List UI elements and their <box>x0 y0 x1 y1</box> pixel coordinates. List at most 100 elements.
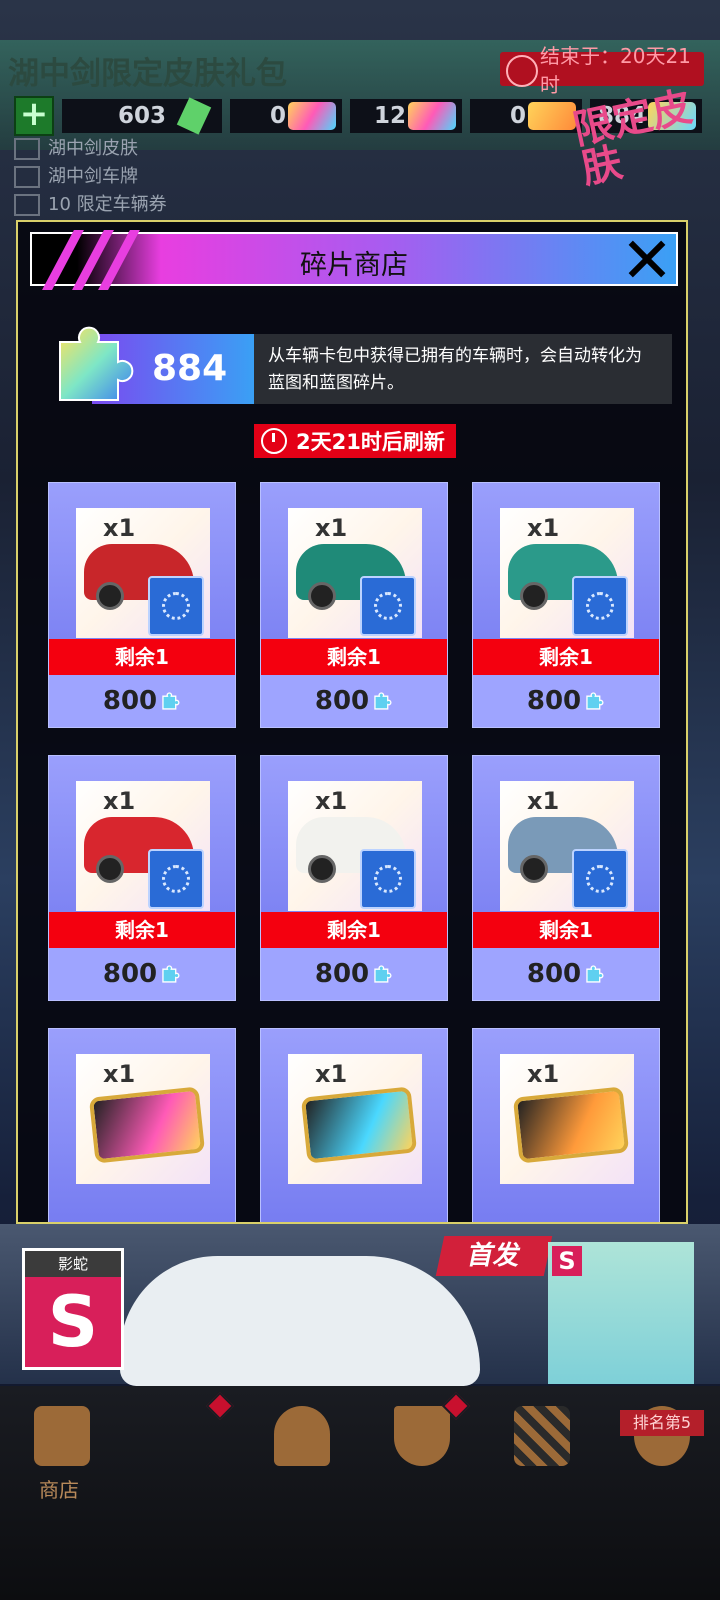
item-remaining: 剩余1 <box>473 639 659 675</box>
item-quantity: x1 <box>527 1060 560 1088</box>
hero-car-image <box>120 1256 480 1386</box>
refresh-timer: 2天21时后刷新 <box>254 424 456 458</box>
piece-description: 从车辆卡包中获得已拥有的车辆时，会自动转化为蓝图和蓝图碎片。 <box>254 334 672 404</box>
bg-list-text: 10 限定车辆券 <box>48 194 167 215</box>
item-thumbnail: x1 <box>288 781 422 911</box>
modal-header: 碎片商店 <box>30 230 678 290</box>
item-thumbnail: x1 <box>76 1054 210 1184</box>
notification-dot <box>205 1391 235 1421</box>
ticket-icon <box>88 1086 206 1164</box>
side-car-card[interactable]: S <box>548 1242 694 1384</box>
ticket-icon <box>528 102 576 130</box>
item-price[interactable]: 800 <box>49 948 235 1000</box>
refresh-text: 2天21时后刷新 <box>296 430 445 454</box>
item-quantity: x1 <box>527 514 560 542</box>
item-price[interactable]: 800 <box>473 675 659 727</box>
modal-title: 碎片商店 <box>300 250 408 281</box>
bg-list-item: 湖中剑皮肤 <box>14 134 138 160</box>
fragment-shop-modal: 碎片商店 884 从车辆卡包中获得已拥有的车辆时，会自动转化为蓝图和蓝图碎片。 … <box>16 220 688 1224</box>
add-currency-button[interactable]: + <box>14 96 54 136</box>
nav-shop[interactable]: 商店 <box>0 1386 235 1526</box>
currency-value: 0 <box>509 103 526 129</box>
puzzle-piece-icon <box>374 692 392 710</box>
price-value: 800 <box>314 686 370 716</box>
car-class-badge: 影蛇 S <box>22 1248 124 1370</box>
blueprint-icon <box>572 576 628 636</box>
nav-garage[interactable] <box>240 1386 358 1526</box>
item-remaining: 剩余1 <box>49 912 235 948</box>
ticket-icon <box>408 102 456 130</box>
puzzle-piece-icon <box>59 326 134 401</box>
race-flags-icon <box>514 1406 570 1466</box>
bg-pack-title: 湖中剑限定皮肤礼包 <box>8 56 287 92</box>
shop-item-card[interactable]: x1 剩余1 800 <box>48 482 236 728</box>
shop-icon <box>34 1406 90 1466</box>
item-thumbnail: x1 <box>76 781 210 911</box>
nav-trophy[interactable] <box>360 1386 478 1526</box>
shop-item-card[interactable]: x1 剩余1 800 <box>472 755 660 1001</box>
bg-list-item: 10 限定车辆券 <box>14 190 167 216</box>
item-remaining: 剩余1 <box>49 639 235 675</box>
garage-icon <box>274 1406 330 1466</box>
item-thumbnail: x1 <box>500 1054 634 1184</box>
shop-item-card[interactable]: x1 剩余1 800 <box>260 755 448 1001</box>
clock-icon <box>261 428 287 454</box>
currency-ticket-a[interactable]: 0 <box>230 99 342 133</box>
pen-icon <box>14 166 40 188</box>
close-icon[interactable] <box>626 238 668 280</box>
trophy-icon <box>394 1406 450 1466</box>
item-price[interactable]: 800 <box>473 948 659 1000</box>
price-value: 800 <box>314 959 370 989</box>
bg-timer: 结束于：20天21时 <box>500 44 704 97</box>
piece-count: 884 <box>152 348 228 389</box>
ticket-icon <box>300 1086 418 1164</box>
gem-icon <box>176 97 212 135</box>
shop-item-card[interactable]: x1 <box>472 1028 660 1222</box>
currency-ticket-b[interactable]: 12 <box>350 99 462 133</box>
shop-item-card[interactable]: x1 剩余1 800 <box>260 482 448 728</box>
item-remaining: 剩余1 <box>261 639 447 675</box>
item-price[interactable]: 800 <box>261 675 447 727</box>
price-value: 800 <box>526 959 582 989</box>
item-quantity: x1 <box>315 787 348 815</box>
puzzle-piece-icon <box>586 692 604 710</box>
currency-ticket-c[interactable]: 0 <box>470 99 582 133</box>
currency-gems[interactable]: 603 <box>62 97 222 135</box>
ticket-icon <box>288 102 336 130</box>
shop-item-card[interactable]: x1 剩余1 800 <box>48 755 236 1001</box>
clock-icon <box>506 55 538 87</box>
item-thumbnail: x1 <box>76 508 210 638</box>
piece-balance-bar: 884 从车辆卡包中获得已拥有的车辆时，会自动转化为蓝图和蓝图碎片。 <box>42 326 672 404</box>
shop-item-card[interactable]: x1 剩余1 800 <box>472 482 660 728</box>
item-quantity: x1 <box>103 787 136 815</box>
item-price[interactable]: 800 <box>261 948 447 1000</box>
item-remaining: 剩余1 <box>473 912 659 948</box>
blueprint-icon <box>360 849 416 909</box>
item-quantity: x1 <box>103 1060 136 1088</box>
item-thumbnail: x1 <box>288 1054 422 1184</box>
blueprint-icon <box>360 576 416 636</box>
item-quantity: x1 <box>103 514 136 542</box>
ticket-icon <box>512 1086 630 1164</box>
currency-value: 0 <box>269 103 286 129</box>
currency-value: 603 <box>117 103 166 129</box>
nav-label: 商店 <box>39 1478 79 1502</box>
price-value: 800 <box>102 959 158 989</box>
puzzle-piece-icon <box>586 965 604 983</box>
launch-tag: 首发 <box>435 1236 553 1276</box>
item-thumbnail: x1 <box>500 508 634 638</box>
pen-icon <box>14 138 40 160</box>
bg-list-text: 湖中剑车牌 <box>48 166 138 187</box>
side-class-letter: S <box>552 1246 582 1276</box>
shop-item-card[interactable]: x1 <box>260 1028 448 1222</box>
nav-race[interactable] <box>480 1386 598 1526</box>
blueprint-icon <box>148 576 204 636</box>
item-price[interactable]: 800 <box>49 675 235 727</box>
shop-item-card[interactable]: x1 <box>48 1028 236 1222</box>
price-value: 800 <box>102 686 158 716</box>
nav-profile[interactable] <box>600 1386 718 1526</box>
item-quantity: x1 <box>315 1060 348 1088</box>
bg-list-text: 湖中剑皮肤 <box>48 138 138 159</box>
bottom-nav: 商店 <box>0 1386 720 1600</box>
item-remaining: 剩余1 <box>261 912 447 948</box>
